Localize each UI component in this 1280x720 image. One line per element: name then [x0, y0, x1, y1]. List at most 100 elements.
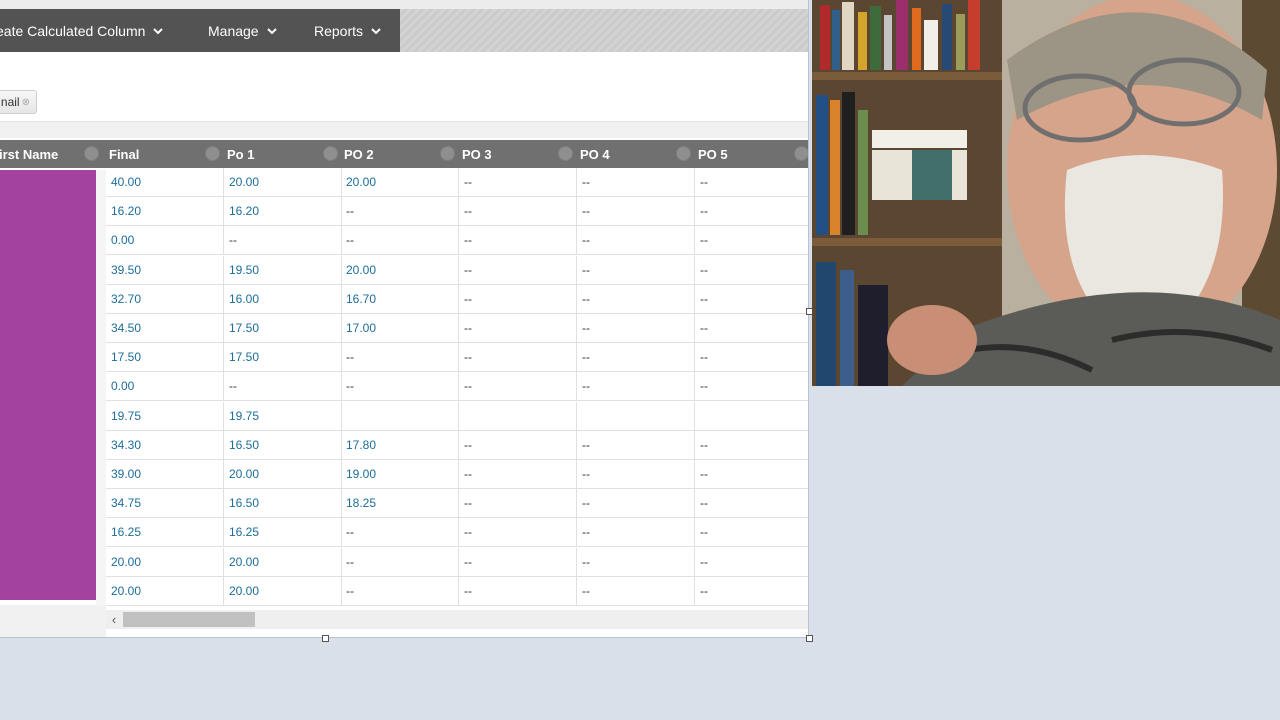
grade-cell[interactable]: --: [341, 343, 459, 372]
column-options-icon[interactable]: [323, 146, 338, 161]
grade-cell[interactable]: 20.00: [106, 547, 224, 576]
grade-cell[interactable]: 16.70: [341, 284, 459, 313]
grade-cell[interactable]: --: [341, 518, 459, 547]
grade-cell[interactable]: 20.00: [224, 576, 342, 605]
grade-cell[interactable]: 20.00: [106, 576, 224, 605]
grade-cell[interactable]: --: [695, 431, 808, 459]
grade-cell[interactable]: --: [695, 489, 808, 517]
grade-cell[interactable]: 19.75: [106, 401, 224, 430]
email-button[interactable]: nail ⊗: [0, 90, 37, 114]
grade-cell[interactable]: [695, 402, 808, 430]
scrollbar-thumb[interactable]: [123, 612, 255, 627]
grade-cell[interactable]: --: [224, 226, 342, 255]
grade-cell[interactable]: --: [224, 372, 342, 401]
grade-cell[interactable]: --: [577, 518, 695, 547]
grade-cell[interactable]: --: [577, 460, 695, 488]
grade-cell[interactable]: 34.75: [106, 489, 224, 518]
create-calculated-column-menu[interactable]: eate Calculated Column: [0, 9, 164, 52]
grade-cell[interactable]: --: [459, 226, 577, 255]
grade-cell[interactable]: --: [459, 430, 577, 459]
grade-cell[interactable]: 17.80: [341, 430, 459, 459]
grade-cell[interactable]: --: [341, 226, 459, 255]
grade-cell[interactable]: 18.25: [341, 489, 459, 518]
grade-cell[interactable]: 39.00: [106, 460, 224, 488]
grade-cell[interactable]: --: [459, 518, 577, 547]
grade-cell[interactable]: [341, 401, 459, 430]
grade-cell[interactable]: --: [695, 372, 808, 400]
grade-cell[interactable]: 0.00: [106, 372, 224, 401]
grade-cell[interactable]: --: [695, 256, 808, 284]
grade-cell[interactable]: --: [695, 314, 808, 342]
grade-cell[interactable]: 20.00: [341, 168, 459, 196]
grade-cell[interactable]: 16.25: [224, 518, 342, 547]
grade-cell[interactable]: 16.50: [224, 430, 342, 459]
grade-cell[interactable]: --: [577, 489, 695, 518]
grade-cell[interactable]: --: [459, 547, 577, 576]
grade-cell[interactable]: --: [577, 255, 695, 284]
grade-cell[interactable]: 20.00: [224, 547, 342, 576]
scroll-left-icon[interactable]: ‹: [106, 610, 122, 629]
column-options-icon[interactable]: [440, 146, 455, 161]
column-options-icon[interactable]: [794, 146, 808, 161]
grade-cell[interactable]: 17.00: [341, 314, 459, 342]
grade-cell[interactable]: --: [695, 226, 808, 254]
grade-cell[interactable]: --: [577, 547, 695, 576]
grade-cell[interactable]: --: [577, 168, 695, 196]
grade-cell[interactable]: [459, 401, 577, 430]
grade-cell[interactable]: --: [577, 343, 695, 372]
column-options-icon[interactable]: [205, 146, 220, 161]
resize-handle[interactable]: [322, 635, 329, 642]
grade-cell[interactable]: --: [459, 343, 577, 372]
grade-cell[interactable]: 19.50: [224, 255, 342, 284]
column-header-po2[interactable]: PO 2: [341, 140, 459, 168]
column-options-icon[interactable]: [676, 146, 691, 161]
reports-menu[interactable]: Reports: [314, 9, 382, 52]
grade-cell[interactable]: --: [459, 372, 577, 401]
grade-cell[interactable]: --: [459, 576, 577, 605]
grade-cell[interactable]: 16.20: [224, 197, 342, 226]
grade-cell[interactable]: --: [695, 460, 808, 488]
grade-cell[interactable]: [577, 401, 695, 430]
grade-cell[interactable]: 19.00: [341, 460, 459, 488]
grade-cell[interactable]: --: [459, 314, 577, 342]
resize-handle[interactable]: [806, 635, 813, 642]
grade-cell[interactable]: --: [459, 460, 577, 488]
grade-cell[interactable]: 17.50: [224, 314, 342, 342]
grade-cell[interactable]: 39.50: [106, 255, 224, 284]
grade-cell[interactable]: --: [459, 284, 577, 313]
column-header-final[interactable]: Final: [106, 140, 224, 168]
grade-cell[interactable]: --: [695, 548, 808, 576]
grade-cell[interactable]: 40.00: [106, 168, 224, 196]
grade-cell[interactable]: --: [341, 576, 459, 605]
grade-cell[interactable]: --: [577, 576, 695, 605]
grade-cell[interactable]: --: [695, 343, 808, 371]
grade-cell[interactable]: --: [577, 430, 695, 459]
grade-cell[interactable]: 19.75: [224, 401, 342, 430]
column-options-icon[interactable]: [558, 146, 573, 161]
grade-cell[interactable]: --: [695, 577, 808, 605]
grade-cell[interactable]: --: [341, 547, 459, 576]
grade-cell[interactable]: --: [695, 197, 808, 225]
grade-cell[interactable]: --: [341, 372, 459, 401]
grade-cell[interactable]: 0.00: [106, 226, 224, 255]
column-options-icon[interactable]: [84, 146, 99, 161]
grade-cell[interactable]: 16.00: [224, 284, 342, 313]
grade-cell[interactable]: --: [341, 197, 459, 226]
column-header-po4[interactable]: PO 4: [577, 140, 695, 168]
grade-cell[interactable]: --: [577, 226, 695, 255]
column-header-po3[interactable]: PO 3: [459, 140, 577, 168]
grade-cell[interactable]: 20.00: [224, 460, 342, 488]
manage-menu[interactable]: Manage: [208, 9, 278, 52]
grade-cell[interactable]: --: [459, 168, 577, 196]
grade-cell[interactable]: --: [459, 489, 577, 518]
grade-cell[interactable]: --: [459, 197, 577, 226]
grade-cell[interactable]: --: [577, 284, 695, 313]
grade-cell[interactable]: 20.00: [224, 168, 342, 196]
grade-cell[interactable]: 16.50: [224, 489, 342, 518]
grade-cell[interactable]: 20.00: [341, 255, 459, 284]
grade-cell[interactable]: --: [577, 314, 695, 342]
grade-cell[interactable]: 17.50: [224, 343, 342, 372]
grade-cell[interactable]: --: [695, 518, 808, 546]
column-header-po5[interactable]: PO 5: [695, 140, 808, 168]
grade-cell[interactable]: --: [577, 197, 695, 226]
